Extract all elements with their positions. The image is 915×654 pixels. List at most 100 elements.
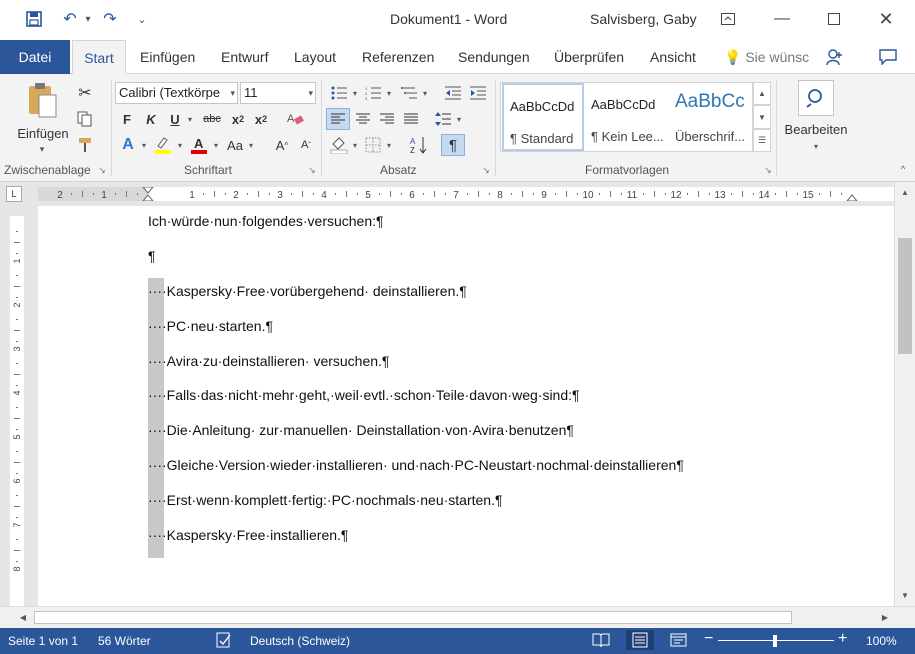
doc-paragraph[interactable]: ····Die·Anleitung· zur·manuellen· Deinst… bbox=[148, 422, 574, 438]
doc-paragraph[interactable]: Ich·würde·nun·folgendes·versuchen:¶ bbox=[148, 213, 384, 229]
font-launcher-icon[interactable]: ↘ bbox=[306, 164, 318, 176]
tab-design[interactable]: Entwurf bbox=[213, 40, 276, 74]
user-name[interactable]: Salvisberg, Gaby bbox=[590, 11, 697, 27]
undo-dropdown-icon[interactable]: ▾ bbox=[82, 8, 94, 30]
line-spacing-dropdown-icon[interactable]: ▾ bbox=[454, 108, 464, 130]
page-count[interactable]: Seite 1 von 1 bbox=[8, 634, 78, 648]
change-case-dropdown-icon[interactable]: ▾ bbox=[246, 134, 256, 156]
bold-icon[interactable]: F bbox=[117, 108, 137, 130]
bullets-dropdown-icon[interactable]: ▾ bbox=[350, 82, 360, 104]
tab-selector-icon[interactable]: L bbox=[6, 186, 22, 202]
sort-icon[interactable]: AZ bbox=[408, 134, 430, 156]
zoom-slider-thumb[interactable] bbox=[773, 635, 777, 647]
word-count[interactable]: 56 Wörter bbox=[98, 634, 151, 648]
tab-insert[interactable]: Einfügen bbox=[132, 40, 203, 74]
strikethrough-icon[interactable]: abc bbox=[200, 108, 224, 130]
grow-font-icon[interactable]: A ^ bbox=[272, 134, 292, 156]
styles-launcher-icon[interactable]: ↘ bbox=[762, 164, 774, 176]
vertical-scroll-thumb[interactable] bbox=[898, 238, 912, 354]
cut-icon[interactable]: ✂ bbox=[74, 82, 96, 104]
underline-dropdown-icon[interactable]: ▾ bbox=[185, 108, 195, 130]
font-color-dropdown-icon[interactable]: ▾ bbox=[211, 134, 221, 156]
tab-view[interactable]: Ansicht bbox=[642, 40, 704, 74]
align-center-icon[interactable] bbox=[352, 108, 374, 130]
comments-icon[interactable] bbox=[870, 40, 906, 74]
clear-formatting-icon[interactable]: A bbox=[284, 108, 306, 130]
superscript-icon[interactable]: x2 bbox=[251, 108, 271, 130]
borders-dropdown-icon[interactable]: ▾ bbox=[384, 134, 394, 156]
align-left-icon[interactable] bbox=[326, 108, 350, 130]
clipboard-launcher-icon[interactable]: ↘ bbox=[96, 164, 108, 176]
tab-file[interactable]: Datei bbox=[0, 40, 70, 74]
scroll-left-icon[interactable]: ◀ bbox=[16, 610, 30, 624]
format-painter-icon[interactable] bbox=[74, 134, 96, 156]
editing-button-label[interactable]: Bearbeiten bbox=[780, 120, 852, 138]
undo-icon[interactable]: ↶ bbox=[58, 8, 82, 30]
vertical-scrollbar[interactable]: ▲ ▼ bbox=[894, 182, 915, 606]
paste-button-label[interactable]: Einfügen bbox=[10, 124, 76, 142]
tab-references[interactable]: Referenzen bbox=[354, 40, 442, 74]
zoom-level[interactable]: 100% bbox=[866, 634, 897, 648]
zoom-in-button[interactable]: + bbox=[838, 630, 847, 648]
text-effects-dropdown-icon[interactable]: ▾ bbox=[139, 134, 149, 156]
line-spacing-icon[interactable] bbox=[432, 108, 454, 130]
print-layout-icon[interactable] bbox=[626, 630, 654, 650]
minimize-button[interactable]: — bbox=[762, 6, 802, 32]
change-case-icon[interactable]: Aa bbox=[224, 134, 246, 156]
paste-icon[interactable] bbox=[24, 80, 60, 120]
customize-qat-icon[interactable]: ⌄ bbox=[134, 8, 150, 30]
paragraph-launcher-icon[interactable]: ↘ bbox=[480, 164, 492, 176]
bullets-icon[interactable] bbox=[328, 82, 350, 104]
font-size-select[interactable]: 11 ▾ bbox=[240, 82, 316, 104]
scroll-right-icon[interactable]: ▶ bbox=[878, 610, 892, 624]
editing-dropdown-icon[interactable]: ▾ bbox=[808, 140, 824, 152]
doc-paragraph[interactable]: ····Avira·zu·deinstallieren· versuchen.¶ bbox=[148, 353, 389, 369]
shading-dropdown-icon[interactable]: ▾ bbox=[350, 134, 360, 156]
align-right-icon[interactable] bbox=[376, 108, 398, 130]
shading-icon[interactable] bbox=[328, 134, 350, 156]
doc-paragraph[interactable]: ····Gleiche·Version·wieder·installieren·… bbox=[148, 457, 684, 473]
font-name-select[interactable]: Calibri (Textkörpe ▾ bbox=[115, 82, 238, 104]
borders-icon[interactable] bbox=[362, 134, 384, 156]
subscript-icon[interactable]: x2 bbox=[228, 108, 248, 130]
italic-icon[interactable]: K bbox=[141, 108, 161, 130]
horizontal-scrollbar[interactable]: ◀ ▶ bbox=[0, 606, 915, 628]
web-layout-icon[interactable] bbox=[670, 632, 688, 651]
find-icon[interactable] bbox=[798, 80, 834, 116]
paste-dropdown-icon[interactable]: ▾ bbox=[34, 142, 50, 156]
document-page[interactable]: Ich·würde·nun·folgendes·versuchen:¶ ¶ ··… bbox=[38, 206, 894, 606]
styles-scroll-down-icon[interactable]: ▼ bbox=[753, 105, 771, 129]
styles-more-icon[interactable]: ☰ bbox=[753, 129, 771, 152]
language[interactable]: Deutsch (Schweiz) bbox=[250, 634, 350, 648]
redo-icon[interactable]: ↷ bbox=[98, 8, 122, 30]
share-icon[interactable] bbox=[816, 40, 852, 74]
numbering-icon[interactable]: 123 bbox=[362, 82, 384, 104]
styles-scroll-up-icon[interactable]: ▲ bbox=[753, 82, 771, 105]
tab-start[interactable]: Start bbox=[72, 40, 126, 74]
show-formatting-marks-icon[interactable]: ¶ bbox=[441, 134, 465, 156]
style-standard[interactable]: AaBbCcDd ¶ Standard bbox=[502, 83, 584, 151]
highlight-icon[interactable] bbox=[152, 134, 174, 156]
vertical-ruler[interactable]: 1 2 3 4 5 6 7 8 bbox=[10, 216, 24, 606]
horizontal-ruler[interactable]: 2 1 1 2 3 4 5 6 7 8 9 10 11 12 13 14 15 bbox=[38, 186, 894, 202]
underline-icon[interactable]: U bbox=[165, 108, 185, 130]
justify-icon[interactable] bbox=[400, 108, 422, 130]
collapse-ribbon-icon[interactable]: ^ bbox=[896, 162, 910, 176]
style-heading-1[interactable]: AaBbCc Überschrif... bbox=[669, 83, 751, 151]
highlight-dropdown-icon[interactable]: ▾ bbox=[175, 134, 185, 156]
multilevel-list-icon[interactable] bbox=[398, 82, 420, 104]
save-icon[interactable] bbox=[22, 8, 46, 30]
tab-review[interactable]: Überprüfen bbox=[546, 40, 632, 74]
doc-paragraph[interactable]: ····PC·neu·starten.¶ bbox=[148, 318, 273, 334]
multilevel-dropdown-icon[interactable]: ▾ bbox=[420, 82, 430, 104]
ribbon-display-options-icon[interactable] bbox=[708, 6, 748, 32]
proofing-icon[interactable] bbox=[216, 632, 232, 651]
copy-icon[interactable] bbox=[74, 108, 96, 130]
doc-paragraph[interactable]: ····Erst·wenn·komplett·fertig:·PC·nochma… bbox=[148, 492, 503, 508]
text-effects-icon[interactable]: A bbox=[118, 134, 138, 156]
numbering-dropdown-icon[interactable]: ▾ bbox=[384, 82, 394, 104]
maximize-button[interactable] bbox=[814, 6, 854, 32]
font-color-icon[interactable]: A bbox=[188, 134, 210, 156]
decrease-indent-icon[interactable] bbox=[442, 82, 464, 104]
doc-paragraph[interactable]: ····Kaspersky·Free·vorübergehend· deinst… bbox=[148, 283, 467, 299]
